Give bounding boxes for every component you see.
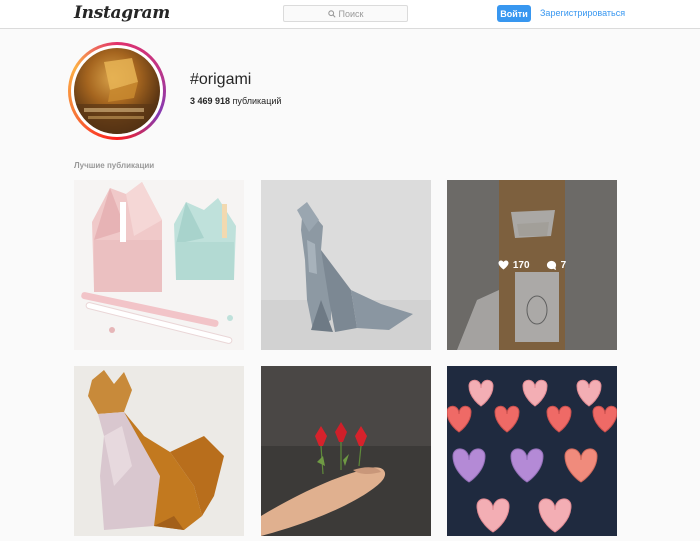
heart-icon <box>498 260 509 270</box>
post-count-number: 3 469 918 <box>190 96 231 106</box>
avatar-frame <box>71 45 163 137</box>
post-thumbnail-pen-holders[interactable] <box>74 180 244 350</box>
instagram-logo[interactable]: Instagram <box>74 3 170 23</box>
post-thumbnail-origami-wolf[interactable] <box>261 180 431 350</box>
top-posts-heading: Лучшие публикации <box>74 161 155 170</box>
search-placeholder: Поиск <box>338 8 364 19</box>
comments-stat: 7 <box>546 259 567 271</box>
likes-stat: 170 <box>498 260 530 271</box>
hashtag-title: #origami <box>190 71 252 88</box>
post-thumbnail-paper-hearts[interactable] <box>447 366 617 536</box>
search-input[interactable]: Поиск <box>283 5 408 22</box>
comment-icon <box>546 260 557 271</box>
hashtag-avatar[interactable] <box>74 48 160 134</box>
hashtag-avatar-ring <box>68 42 166 140</box>
post-count: 3 469 918 публикаций <box>190 96 281 106</box>
post-stats-overlay: 170 7 <box>447 180 617 350</box>
search-icon <box>327 9 336 18</box>
post-thumbnail-paper-flowers[interactable] <box>261 366 431 536</box>
top-navigation-bar: Instagram Поиск Войти Зарегистрироваться <box>0 0 700 29</box>
login-button[interactable]: Войти <box>497 5 531 22</box>
signup-link[interactable]: Зарегистрироваться <box>540 8 625 18</box>
comments-count: 7 <box>560 259 567 271</box>
post-count-label: публикаций <box>230 96 282 106</box>
post-thumbnail-origami-cat[interactable] <box>74 366 244 536</box>
post-thumbnail-kraft-package[interactable]: 170 7 <box>447 180 617 350</box>
likes-count: 170 <box>512 259 530 271</box>
